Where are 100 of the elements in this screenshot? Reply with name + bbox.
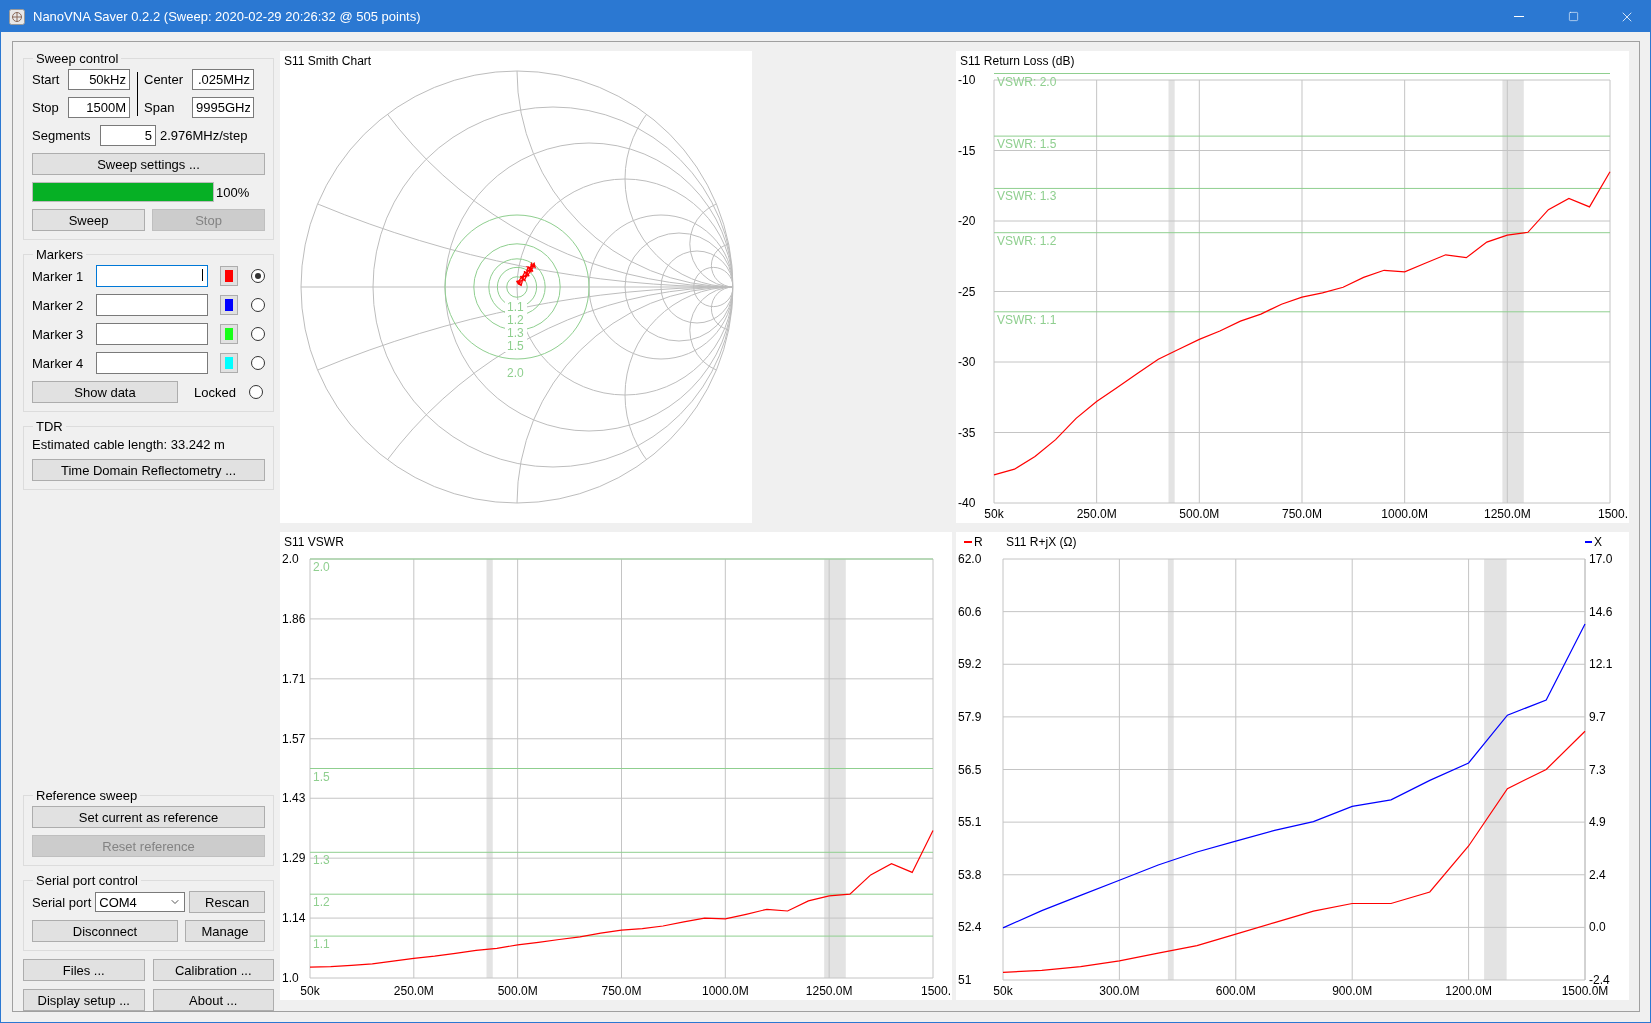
checkbox-label: Locked <box>194 384 236 400</box>
vswr-line-label: 1.5 <box>313 769 330 784</box>
text-cursor <box>202 269 204 281</box>
axis-label: 55.1 <box>958 815 982 830</box>
axis-label: 1.57 <box>282 731 306 746</box>
axis-label: 14.6 <box>1589 604 1613 619</box>
radio-button[interactable] <box>251 298 265 312</box>
input-field[interactable]: 9995GHz <box>192 97 254 118</box>
axis-label: 250.0M <box>393 984 434 998</box>
input-field[interactable]: 1500M <box>68 97 130 118</box>
axis-label: -15 <box>958 143 976 158</box>
port-dropdown[interactable]: COM4 <box>95 892 186 912</box>
axis-label: 900.0M <box>1332 984 1373 998</box>
window-title: NanoVNA Saver 0.2.2 (Sweep: 2020-02-29 20:26:32 @ 505 points) <box>33 9 422 24</box>
axis-label: 1.29 <box>282 851 306 866</box>
vswr-circle-label: 1.3 <box>507 326 524 340</box>
axis-label: 1500. <box>1597 507 1628 521</box>
sweep-control-button[interactable]: Sweep <box>32 209 145 231</box>
field-label: Stop <box>32 100 60 115</box>
axis-label: -10 <box>958 73 976 87</box>
axis-label: 56.5 <box>958 762 982 777</box>
disconnect-button[interactable]: Disconnect <box>32 920 178 942</box>
axis-label: 2.0 <box>282 552 299 566</box>
axis-label: 50k <box>300 984 320 998</box>
axis-label: -20 <box>958 214 976 228</box>
axis-label: 750.0M <box>1281 507 1322 521</box>
axis-label: 0.0 <box>1589 920 1606 935</box>
input-field[interactable] <box>96 352 209 374</box>
axis-label: 50k <box>993 984 1013 998</box>
radio-button[interactable] <box>251 356 265 370</box>
axis-label: 50k <box>984 507 1004 521</box>
axis-label: 62.0 <box>958 552 982 566</box>
axis-label: 500.0M <box>497 984 538 998</box>
axis-label: 1500. <box>920 984 951 998</box>
tdr-button[interactable]: Time Domain Reflectometry ... <box>32 459 265 481</box>
axis-label: 60.6 <box>958 604 982 619</box>
axis-label: 9.7 <box>1589 709 1606 724</box>
marker-color-button[interactable] <box>220 353 238 373</box>
menu-button[interactable]: About ... <box>152 989 274 1011</box>
axis-label: 12.1 <box>1589 657 1613 672</box>
maximize-icon <box>1567 11 1579 22</box>
input-field[interactable]: 50kHz <box>68 69 130 90</box>
radio-button[interactable] <box>248 385 263 399</box>
axis-label: 300.0M <box>1099 984 1140 998</box>
axis-label: 1250.0M <box>805 984 853 998</box>
group-title: Sweep control <box>35 51 120 66</box>
vswr-circle-label: 1.1 <box>507 300 524 314</box>
vswr-circle-label: 2.0 <box>507 366 524 380</box>
axis-label: 600.0M <box>1215 984 1256 998</box>
input-field[interactable] <box>96 265 209 287</box>
marker-color-button[interactable] <box>220 324 238 344</box>
chart-title: S11 R+jX (Ω) <box>1006 535 1077 549</box>
field-label: Span <box>144 100 176 115</box>
field-label: Serial port <box>32 894 92 910</box>
vswr-line-label: 1.3 <box>313 853 330 868</box>
axis-label: 1250.0M <box>1484 507 1531 521</box>
vswr-line-label: 2.0 <box>313 560 330 574</box>
rescan-button[interactable]: Rescan <box>189 891 265 913</box>
menu-button[interactable]: Display setup ... <box>23 989 145 1011</box>
chart-title: S11 VSWR <box>284 535 344 549</box>
menu-button[interactable]: Calibration ... <box>152 959 274 981</box>
app-icon <box>9 8 25 25</box>
axis-label: -30 <box>958 355 976 369</box>
axis-label: 51 <box>958 973 972 987</box>
sweep-settings-button[interactable]: Sweep settings ... <box>32 153 265 175</box>
vswr-line-label: VSWR: 1.5 <box>997 137 1057 152</box>
group-title: Reference sweep <box>35 788 139 803</box>
input-field[interactable] <box>96 323 209 345</box>
field-label: Center <box>144 72 185 87</box>
radio-button[interactable] <box>251 327 265 341</box>
axis-label: 7.3 <box>1589 762 1606 777</box>
group-title: Markers <box>35 247 84 262</box>
axis-label: 500.0M <box>1179 507 1220 521</box>
radio-button[interactable] <box>251 269 265 283</box>
input-field[interactable]: .025MHz <box>192 69 254 90</box>
reference-button[interactable]: Set current as reference <box>32 806 265 828</box>
axis-label: 1.71 <box>282 671 306 686</box>
axis-label: 1.86 <box>282 611 306 626</box>
input-field[interactable]: 5 <box>100 125 156 146</box>
manage-button[interactable]: Manage <box>185 920 265 942</box>
field-label: Segments <box>32 128 92 143</box>
step-text: 2.976MHz/step <box>160 128 248 143</box>
axis-label: -2.4 <box>1589 973 1610 987</box>
marker-color-button[interactable] <box>220 295 238 315</box>
axis-label: 1500.0M <box>1561 984 1609 998</box>
show-data-button[interactable]: Show data <box>32 381 178 403</box>
axis-label: 1200.0M <box>1445 984 1492 998</box>
axis-label: -25 <box>958 284 976 299</box>
axis-label: 2.4 <box>1589 867 1606 882</box>
axis-label: 250.0M <box>1076 507 1117 521</box>
axis-label: 1.14 <box>282 911 306 926</box>
menu-button[interactable]: Files ... <box>23 959 145 981</box>
legend-label: R <box>974 535 983 549</box>
group-title: Serial port control <box>35 873 139 888</box>
legend-label: X <box>1594 535 1602 549</box>
axis-label: 1000.0M <box>701 984 749 998</box>
progress-text: 100% <box>216 184 250 200</box>
marker-color-button[interactable] <box>220 266 238 286</box>
axis-label: 17.0 <box>1589 552 1613 566</box>
input-field[interactable] <box>96 294 209 316</box>
